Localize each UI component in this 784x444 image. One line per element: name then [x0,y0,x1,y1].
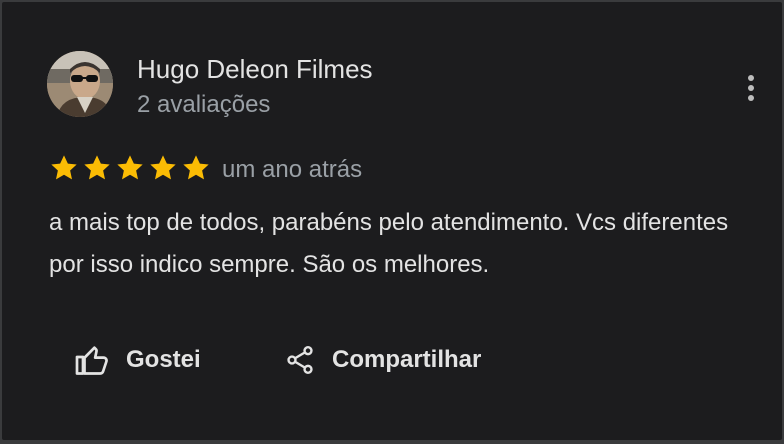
review-text: a mais top de todos, parabéns pelo atend… [49,209,729,278]
star-icon [84,155,110,180]
author-name[interactable]: Hugo Deleon Filmes [137,54,373,85]
star-icon [183,155,209,180]
thumb-up-icon [75,346,108,375]
share-label: Compartilhar [332,346,482,373]
review-card: Hugo Deleon Filmes 2 avaliações um ano a… [2,2,782,440]
star-icon [117,155,143,180]
like-label: Gostei [126,346,201,373]
share-icon [287,346,313,374]
like-button[interactable]: Gostei [74,336,201,384]
star-icon [150,155,176,180]
star-icon [51,155,77,180]
more-options-button[interactable] [734,68,768,108]
more-vertical-icon [748,75,754,101]
share-button[interactable]: Compartilhar [284,336,481,384]
author-review-count[interactable]: 2 avaliações [137,91,270,119]
avatar[interactable] [47,51,113,117]
avatar-photo [47,51,113,117]
star-rating [48,152,212,184]
review-time: um ano atrás [222,156,363,183]
